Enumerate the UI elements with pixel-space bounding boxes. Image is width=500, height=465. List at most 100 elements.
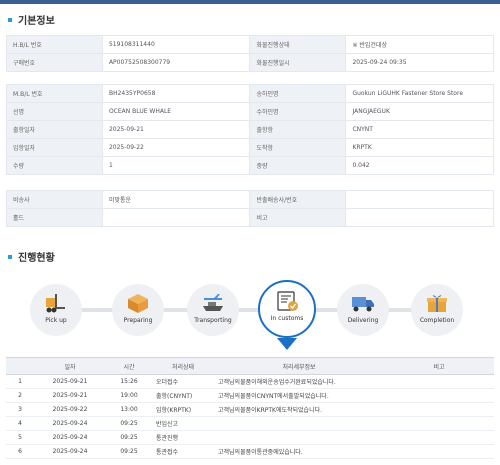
column-header: 처리세부정보	[214, 357, 384, 375]
info-label: 입항일자	[6, 138, 103, 157]
info-value: OCEAN BLUE WHALE	[101, 102, 251, 121]
step-label: Delivering	[347, 317, 379, 324]
row-status: 통관진행	[152, 430, 214, 445]
section-title-basic: 기본정보	[8, 12, 55, 27]
row-number: 6	[6, 444, 34, 459]
step-completion: Completion	[411, 284, 463, 336]
table-row: 6 2025-09-24 09:25 통관접수 고객님의물품이통관중에있습니다.	[6, 444, 494, 459]
step-label: In customs	[270, 315, 304, 322]
table-row: 4 2025-09-24 09:25 반입신고	[6, 416, 494, 431]
info-value: KRPTK	[345, 138, 494, 157]
row-date: 2025-09-24	[34, 430, 106, 445]
table-row: 1 2025-09-21 15:26 오더접수 고객님의물품이해외운송업수거완료…	[6, 374, 494, 389]
basic-info-table-3: 비송사 미맞통운 반출배송사/번호 홀드 비고	[6, 190, 494, 227]
info-row: 구매번호 AP00752508300779 화물진행일시 2025-09-24 …	[6, 53, 494, 72]
basic-info-table-2: M.B/L 번호 BH2435YP0658 송하인명 Guokun LiGUHK…	[6, 84, 494, 175]
info-value: 2025-09-22	[101, 138, 251, 157]
section-title-progress: 진행현황	[8, 249, 55, 264]
row-detail	[214, 416, 384, 431]
info-label: 반출배송사/번호	[249, 190, 347, 209]
airplane-ship-icon	[200, 292, 226, 314]
row-note	[384, 444, 494, 459]
info-label: 홀드	[6, 208, 103, 227]
row-note	[384, 388, 494, 403]
bullet-icon	[8, 254, 12, 259]
row-status: 출항(CNYNT)	[152, 388, 214, 403]
row-status: 입항(KRPTK)	[152, 402, 214, 417]
bullet-icon	[8, 17, 12, 22]
info-label: 화물진행상태	[249, 35, 347, 54]
row-detail: 고객님의물품이CNYNT에서출발되었습니다.	[214, 388, 384, 403]
row-note	[384, 416, 494, 431]
row-date: 2025-09-21	[34, 374, 106, 389]
row-detail: 고객님의물품이통관중에있습니다.	[214, 444, 384, 459]
info-label: 도착항	[249, 138, 347, 157]
row-number: 1	[6, 374, 34, 389]
column-header: 비고	[384, 357, 494, 375]
step-transporting: Transporting	[187, 284, 239, 336]
info-label: 수하인명	[249, 102, 347, 121]
info-label: 화물진행일시	[249, 53, 347, 72]
info-label: M.B/L 번호	[6, 84, 103, 103]
row-number: 4	[6, 416, 34, 431]
row-note	[384, 374, 494, 389]
row-note	[384, 402, 494, 417]
step-label: Preparing	[123, 317, 153, 324]
step-pick-up: Pick up	[30, 284, 82, 336]
info-value: 519108311440	[101, 35, 251, 54]
table-row: 2 2025-09-21 19:00 출항(CNYNT) 고객님의물품이CNYN…	[6, 388, 494, 403]
info-value: ※ 반입건대상	[345, 35, 494, 54]
row-detail: 고객님의물품이KRPTK에도착되었습니다.	[214, 402, 384, 417]
basic-info-title: 기본정보	[18, 16, 55, 27]
table-row: 3 2025-09-22 13:00 입항(KRPTK) 고객님의물품이KRPT…	[6, 402, 494, 417]
progress-title: 진행현황	[18, 253, 55, 264]
row-detail: 고객님의물품이해외운송업수거완료되었습니다.	[214, 374, 384, 389]
history-header-row: 일자 시간 처리상태 처리세부정보 비고	[6, 357, 494, 375]
info-value: JANGJAEGUK	[345, 102, 494, 121]
history-table: 일자 시간 처리상태 처리세부정보 비고 1 2025-09-21 15:26 …	[6, 357, 494, 459]
info-label: 출항일자	[6, 120, 103, 139]
info-value	[101, 208, 251, 227]
info-value: BH2435YP0658	[101, 84, 251, 103]
info-row: H.B/L 번호 519108311440 화물진행상태 ※ 반입건대상	[6, 35, 494, 54]
row-time: 09:25	[106, 430, 152, 445]
step-preparing: Preparing	[112, 284, 164, 336]
info-row: 비송사 미맞통운 반출배송사/번호	[6, 190, 494, 209]
step-label: Completion	[419, 317, 455, 324]
row-status: 오더접수	[152, 374, 214, 389]
info-row: M.B/L 번호 BH2435YP0658 송하인명 Guokun LiGUHK…	[6, 84, 494, 103]
column-header: 처리상태	[152, 357, 214, 375]
table-row: 5 2025-09-24 09:25 통관진행	[6, 430, 494, 445]
row-date: 2025-09-24	[34, 416, 106, 431]
box-icon	[126, 292, 150, 314]
info-value: AP00752508300779	[101, 53, 251, 72]
info-label: 선명	[6, 102, 103, 121]
progress-steps: Pick up Preparing Transporting In custom…	[0, 278, 500, 350]
row-number: 2	[6, 388, 34, 403]
info-value	[345, 208, 494, 227]
basic-info-table-1: H.B/L 번호 519108311440 화물진행상태 ※ 반입건대상 구매번…	[6, 35, 494, 72]
column-header: 시간	[106, 357, 152, 375]
info-label: 중량	[249, 156, 347, 175]
top-bar	[0, 0, 500, 4]
active-step-pointer-icon	[277, 338, 297, 350]
row-detail	[214, 430, 384, 445]
row-status: 반입신고	[152, 416, 214, 431]
info-value: 2025-09-24 09:35	[345, 53, 494, 72]
info-value: CNYNT	[345, 120, 494, 139]
info-value: 2025-09-21	[101, 120, 251, 139]
step-label: Pick up	[45, 317, 67, 324]
step-delivering: Delivering	[337, 284, 389, 336]
customs-document-icon	[274, 290, 300, 312]
truck-icon	[350, 292, 376, 314]
info-label: 구매번호	[6, 53, 103, 72]
progress-track	[40, 308, 460, 312]
info-label: H.B/L 번호	[6, 35, 103, 54]
info-row: 홀드 비고	[6, 208, 494, 227]
row-time: 13:00	[106, 402, 152, 417]
info-label: 비고	[249, 208, 347, 227]
info-label: 비송사	[6, 190, 103, 209]
info-label: 송하인명	[249, 84, 347, 103]
column-header: 일자	[34, 357, 106, 375]
row-date: 2025-09-21	[34, 388, 106, 403]
